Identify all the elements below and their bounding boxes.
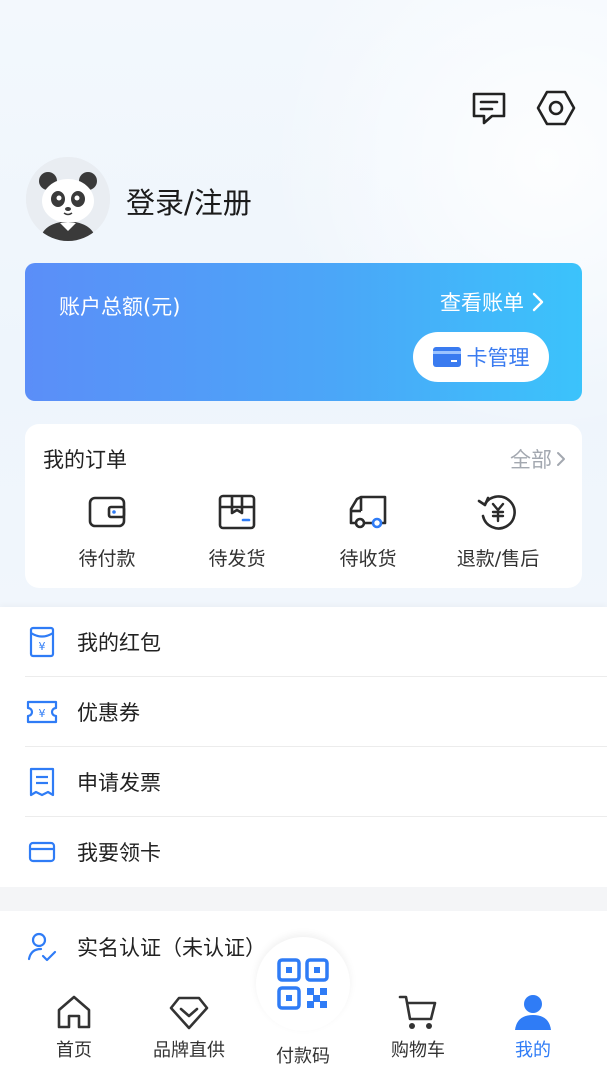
- user-icon: [515, 995, 551, 1030]
- realname-label: 实名认证（未认证）: [77, 936, 266, 960]
- orders-all-label: 全部: [510, 448, 552, 472]
- truck-icon: [346, 490, 390, 534]
- box-icon: [215, 490, 259, 534]
- menu-get-card[interactable]: 我要领卡: [25, 817, 607, 887]
- order-item-label: 待付款: [78, 548, 136, 570]
- menu-item-label: 申请发票: [77, 770, 161, 795]
- tab-label: 首页: [56, 1040, 92, 1061]
- coupon-icon: ¥: [25, 695, 59, 729]
- svg-text:¥: ¥: [39, 707, 46, 720]
- tab-label: 品牌直供: [153, 1040, 225, 1061]
- menu-red-envelope[interactable]: ¥ 我的红包: [25, 607, 607, 677]
- menu-item-label: 我的红包: [77, 630, 161, 655]
- order-refund-aftersale[interactable]: 退款/售后: [433, 490, 563, 580]
- tab-home[interactable]: 首页: [24, 992, 124, 1062]
- chevron-right-icon: [532, 292, 544, 312]
- red-envelope-icon: ¥: [25, 625, 59, 659]
- order-pending-receipt[interactable]: 待收货: [303, 490, 433, 580]
- card-manage-button[interactable]: 卡管理: [413, 332, 549, 382]
- menu-list: ¥ 我的红包 ¥ 优惠券 申请发票 我要领卡: [0, 607, 607, 887]
- diamond-icon: [169, 996, 209, 1030]
- refund-icon: [476, 490, 520, 534]
- message-icon[interactable]: [469, 88, 509, 128]
- login-register-link[interactable]: 登录/注册: [126, 180, 252, 222]
- order-pending-shipment[interactable]: 待发货: [172, 490, 302, 580]
- section-divider: [0, 887, 607, 911]
- wallet-icon: [85, 490, 129, 534]
- tab-label: 我的: [515, 1040, 551, 1061]
- tab-label: 购物车: [391, 1040, 445, 1061]
- account-total-label: 账户总额(元): [59, 295, 181, 319]
- card-icon: [25, 835, 59, 869]
- tab-payment-code[interactable]: [256, 937, 350, 1031]
- orders-panel: 我的订单 全部 待付款 待发货 待收货 退款/售后: [25, 424, 582, 588]
- view-bill-label: 查看账单: [440, 291, 524, 315]
- chevron-right-icon: [557, 452, 565, 466]
- orders-all-link[interactable]: 全部: [510, 444, 566, 474]
- menu-coupon[interactable]: ¥ 优惠券: [25, 677, 607, 747]
- home-icon: [57, 995, 91, 1029]
- card-icon: [432, 347, 461, 367]
- tab-mine[interactable]: 我的: [483, 992, 583, 1062]
- cart-icon: [398, 995, 437, 1029]
- tab-label: 付款码: [276, 1046, 330, 1067]
- qrcode-icon: [277, 958, 329, 1010]
- menu-item-label: 优惠券: [77, 700, 140, 725]
- tab-brand-direct[interactable]: 品牌直供: [139, 992, 239, 1062]
- settings-icon[interactable]: [536, 88, 576, 128]
- tab-cart[interactable]: 购物车: [368, 992, 468, 1062]
- order-pending-payment[interactable]: 待付款: [42, 490, 172, 580]
- menu-invoice[interactable]: 申请发票: [25, 747, 607, 817]
- order-item-label: 退款/售后: [456, 548, 540, 570]
- menu-item-label: 我要领卡: [77, 841, 161, 865]
- card-manage-label: 卡管理: [466, 346, 530, 370]
- avatar[interactable]: [26, 157, 110, 241]
- order-item-label: 待收货: [339, 548, 397, 570]
- realname-verify-row[interactable]: 实名认证（未认证）: [25, 920, 425, 974]
- invoice-icon: [25, 765, 59, 799]
- svg-text:¥: ¥: [39, 640, 46, 653]
- order-item-label: 待发货: [208, 548, 266, 570]
- account-card: 账户总额(元) 查看账单 卡管理: [25, 263, 582, 401]
- user-verify-icon: [25, 930, 59, 964]
- orders-title: 我的订单: [43, 448, 127, 472]
- view-bill-link[interactable]: 查看账单: [440, 287, 544, 317]
- panda-avatar-icon: [26, 157, 110, 241]
